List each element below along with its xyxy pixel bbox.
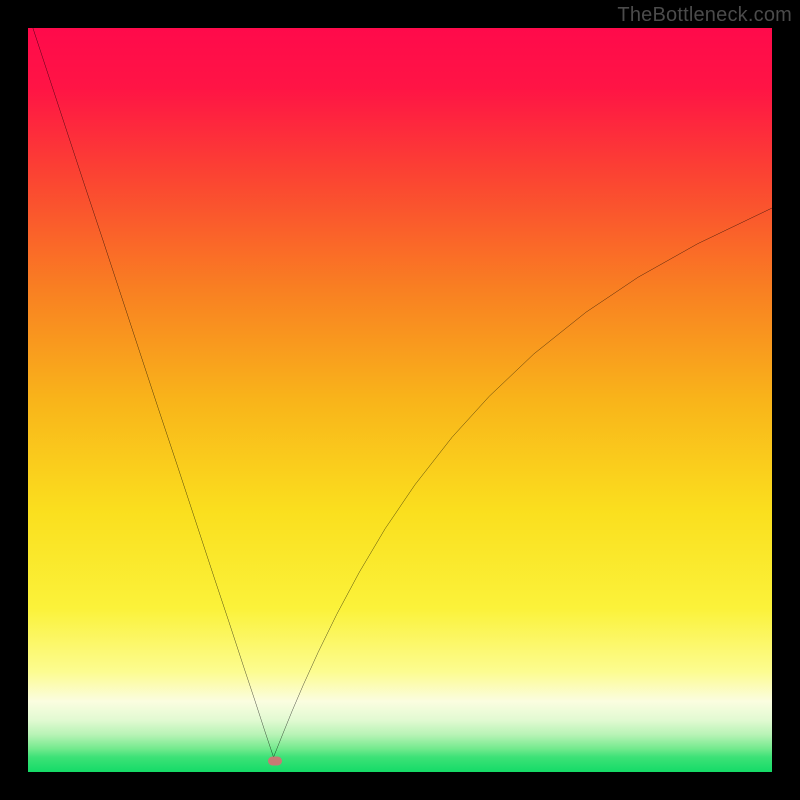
chart-frame: TheBottleneck.com: [0, 0, 800, 800]
bottleneck-curve: [28, 28, 772, 772]
watermark-text: TheBottleneck.com: [617, 4, 792, 27]
plot-area: [28, 28, 772, 772]
optimal-marker: [268, 756, 282, 765]
